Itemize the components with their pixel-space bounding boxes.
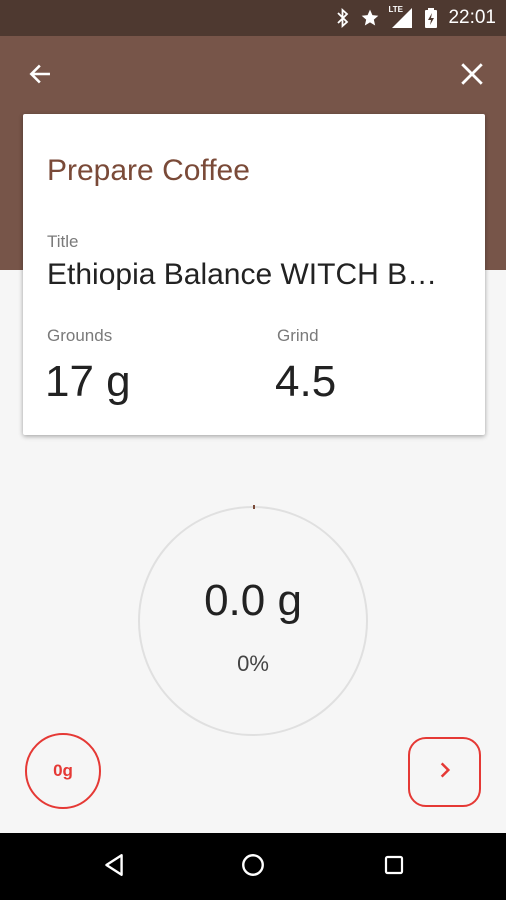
battery-charging-icon bbox=[424, 7, 438, 29]
grind-label: Grind bbox=[277, 326, 319, 345]
nav-back-button[interactable] bbox=[98, 851, 130, 883]
system-nav-bar bbox=[0, 833, 506, 900]
bluetooth-icon bbox=[336, 8, 350, 28]
scale-gauge: 0.0 g 0% bbox=[138, 506, 368, 736]
arrow-left-icon bbox=[27, 61, 53, 92]
network-label: LTE bbox=[388, 5, 403, 14]
back-triangle-icon bbox=[101, 852, 127, 883]
status-bar: LTE 22:01 bbox=[0, 0, 506, 36]
coffee-card: Prepare Coffee Title Ethiopia Balance WI… bbox=[23, 114, 485, 435]
lte-signal-icon: LTE bbox=[388, 5, 414, 29]
page-title: Prepare Coffee bbox=[47, 154, 250, 187]
star-icon bbox=[360, 8, 380, 28]
title-label: Title bbox=[47, 232, 79, 251]
close-button[interactable] bbox=[452, 56, 492, 96]
tare-label: 0g bbox=[53, 761, 73, 780]
grounds-value: 17 g bbox=[45, 357, 131, 406]
grind-value: 4.5 bbox=[275, 357, 337, 406]
nav-recents-button[interactable] bbox=[378, 851, 410, 883]
nav-home-button[interactable] bbox=[237, 851, 269, 883]
next-button[interactable] bbox=[408, 737, 481, 807]
home-circle-icon bbox=[240, 852, 266, 883]
gauge-progress-marker bbox=[253, 505, 255, 509]
tare-button[interactable]: 0g bbox=[25, 733, 101, 809]
chevron-right-icon bbox=[435, 760, 455, 785]
grounds-label: Grounds bbox=[47, 326, 113, 345]
close-icon bbox=[459, 61, 485, 92]
weight-readout: 0.0 g bbox=[204, 576, 302, 625]
back-button[interactable] bbox=[20, 56, 60, 96]
recents-square-icon bbox=[382, 853, 406, 882]
title-value: Ethiopia Balance WITCH B… bbox=[47, 258, 438, 291]
percent-readout: 0% bbox=[237, 651, 269, 676]
status-time: 22:01 bbox=[448, 7, 496, 28]
